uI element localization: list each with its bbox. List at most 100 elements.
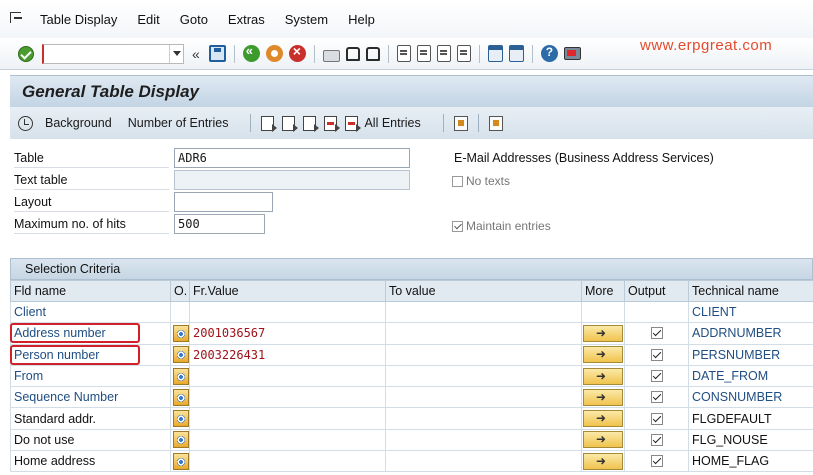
new-session-icon[interactable] (487, 45, 503, 62)
to-value-input[interactable] (385, 343, 582, 366)
text-table-label: Text table (14, 173, 169, 190)
output-checkbox[interactable] (650, 455, 663, 468)
output-checkbox[interactable] (650, 412, 663, 425)
fld-name-cell: Client (10, 300, 171, 324)
collapse-glyph[interactable]: « (192, 46, 200, 62)
selection-option-icon[interactable] (173, 346, 189, 364)
chevron-down-icon[interactable] (169, 44, 183, 63)
cancel-icon[interactable] (288, 43, 306, 62)
no-texts-box[interactable] (452, 175, 463, 187)
tech-name-cell: HOME_FLAG (688, 450, 813, 473)
more-arrow-icon[interactable] (583, 346, 623, 364)
fld-name-cell: Home address (10, 450, 171, 473)
to-value-input[interactable] (385, 450, 582, 473)
to-value-input[interactable] (385, 386, 582, 409)
tech-name-cell: ADDRNUMBER (688, 322, 813, 345)
all-entries-icon[interactable] (345, 115, 362, 132)
menu-help[interactable]: Help (348, 12, 375, 27)
selection-option-icon[interactable] (173, 431, 189, 449)
more-arrow-icon[interactable] (583, 367, 623, 385)
to-value-input[interactable] (385, 322, 582, 345)
highlight-person-number: Person number (10, 344, 140, 365)
fld-name-cell: Standard addr. (10, 407, 171, 430)
no-texts-checkbox[interactable]: No texts (452, 174, 510, 188)
delete-selection-icon[interactable] (324, 115, 341, 132)
from-value-input[interactable] (189, 407, 386, 430)
text-table-input (174, 170, 410, 190)
to-value-input[interactable] (385, 364, 582, 388)
print-icon[interactable] (322, 49, 340, 62)
exit-icon[interactable] (265, 45, 283, 62)
selection-option-icon[interactable] (173, 324, 189, 342)
selection-screen-icon[interactable] (303, 115, 320, 132)
menu-goto[interactable]: Goto (180, 12, 208, 27)
output-checkbox[interactable] (650, 433, 663, 446)
selection-option-icon[interactable] (173, 410, 189, 428)
enter-check-icon[interactable] (18, 45, 34, 62)
output-checkbox[interactable] (650, 391, 663, 404)
from-value-input[interactable] (189, 428, 386, 452)
save-icon[interactable] (208, 45, 226, 62)
menu-system[interactable]: System (285, 12, 328, 27)
number-of-entries-button[interactable]: Number of Entries (128, 116, 229, 130)
command-input[interactable] (48, 45, 166, 62)
fld-name-cell: Sequence Number (10, 386, 171, 409)
previous-page-icon[interactable] (416, 45, 431, 62)
selection-options-icon[interactable] (261, 115, 278, 132)
shortcut-icon[interactable] (508, 45, 524, 62)
table-row: Address number 2001036567 ADDRNUMBER (10, 322, 813, 345)
variant-icon[interactable] (453, 115, 468, 131)
help-icon[interactable] (540, 45, 558, 62)
highlight-address-number: Address number (10, 323, 140, 344)
from-value-input[interactable] (189, 364, 386, 388)
layout-menu-icon[interactable] (563, 47, 581, 60)
maintain-entries-box[interactable] (452, 220, 463, 232)
menu-extras[interactable]: Extras (228, 12, 265, 27)
back-icon[interactable] (242, 43, 260, 62)
next-page-icon[interactable] (436, 45, 451, 62)
output-checkbox[interactable] (650, 348, 663, 361)
more-arrow-icon[interactable] (583, 452, 623, 470)
menu-bar: Table Display Edit Goto Extras System He… (0, 0, 813, 38)
table-input[interactable]: ADR6 (174, 148, 410, 168)
output-checkbox[interactable] (650, 327, 663, 340)
fld-name-cell: Do not use (10, 428, 171, 452)
command-field[interactable] (42, 43, 184, 64)
table-description: E-Mail Addresses (Business Address Servi… (454, 151, 714, 165)
last-page-icon[interactable] (456, 45, 471, 62)
multiple-selection-icon[interactable] (282, 115, 299, 132)
from-value-input[interactable] (189, 386, 386, 409)
selection-option-icon[interactable] (173, 452, 189, 470)
more-arrow-icon[interactable] (583, 410, 623, 428)
find-icon[interactable] (345, 46, 360, 61)
find-next-icon[interactable] (365, 46, 380, 61)
from-value-input[interactable] (189, 450, 386, 473)
to-value-input[interactable] (385, 407, 582, 430)
selection-option-icon[interactable] (173, 388, 189, 406)
from-value-input[interactable]: 2001036567 (189, 322, 386, 345)
table-row: Sequence Number CONSNUMBER (10, 386, 813, 409)
table-row: Standard addr. FLGDEFAULT (10, 407, 813, 430)
from-value-input[interactable]: 2003226431 (189, 343, 386, 366)
menu-edit[interactable]: Edit (137, 12, 159, 27)
watermark: www.erpgreat.com (640, 37, 773, 54)
transfer-icon[interactable] (488, 115, 503, 131)
maintain-entries-checkbox[interactable]: Maintain entries (452, 219, 551, 233)
to-value-input[interactable] (385, 428, 582, 452)
menu-table-display[interactable]: Table Display (40, 12, 117, 27)
more-arrow-icon[interactable] (583, 324, 623, 342)
max-hits-input[interactable]: 500 (174, 214, 265, 234)
system-menu-icon[interactable] (8, 11, 26, 27)
background-clock-icon[interactable] (18, 115, 33, 131)
application-toolbar: Background Number of Entries All Entries (10, 107, 813, 139)
col-option: O. (170, 280, 190, 302)
output-checkbox[interactable] (650, 370, 663, 383)
background-button[interactable]: Background (45, 116, 112, 130)
layout-input[interactable] (174, 192, 273, 212)
more-arrow-icon[interactable] (583, 388, 623, 406)
first-page-icon[interactable] (396, 45, 411, 62)
more-arrow-icon[interactable] (583, 431, 623, 449)
selection-option-icon[interactable] (173, 367, 189, 385)
col-technical-name: Technical name (688, 280, 813, 302)
all-entries-button[interactable]: All Entries (364, 116, 420, 130)
